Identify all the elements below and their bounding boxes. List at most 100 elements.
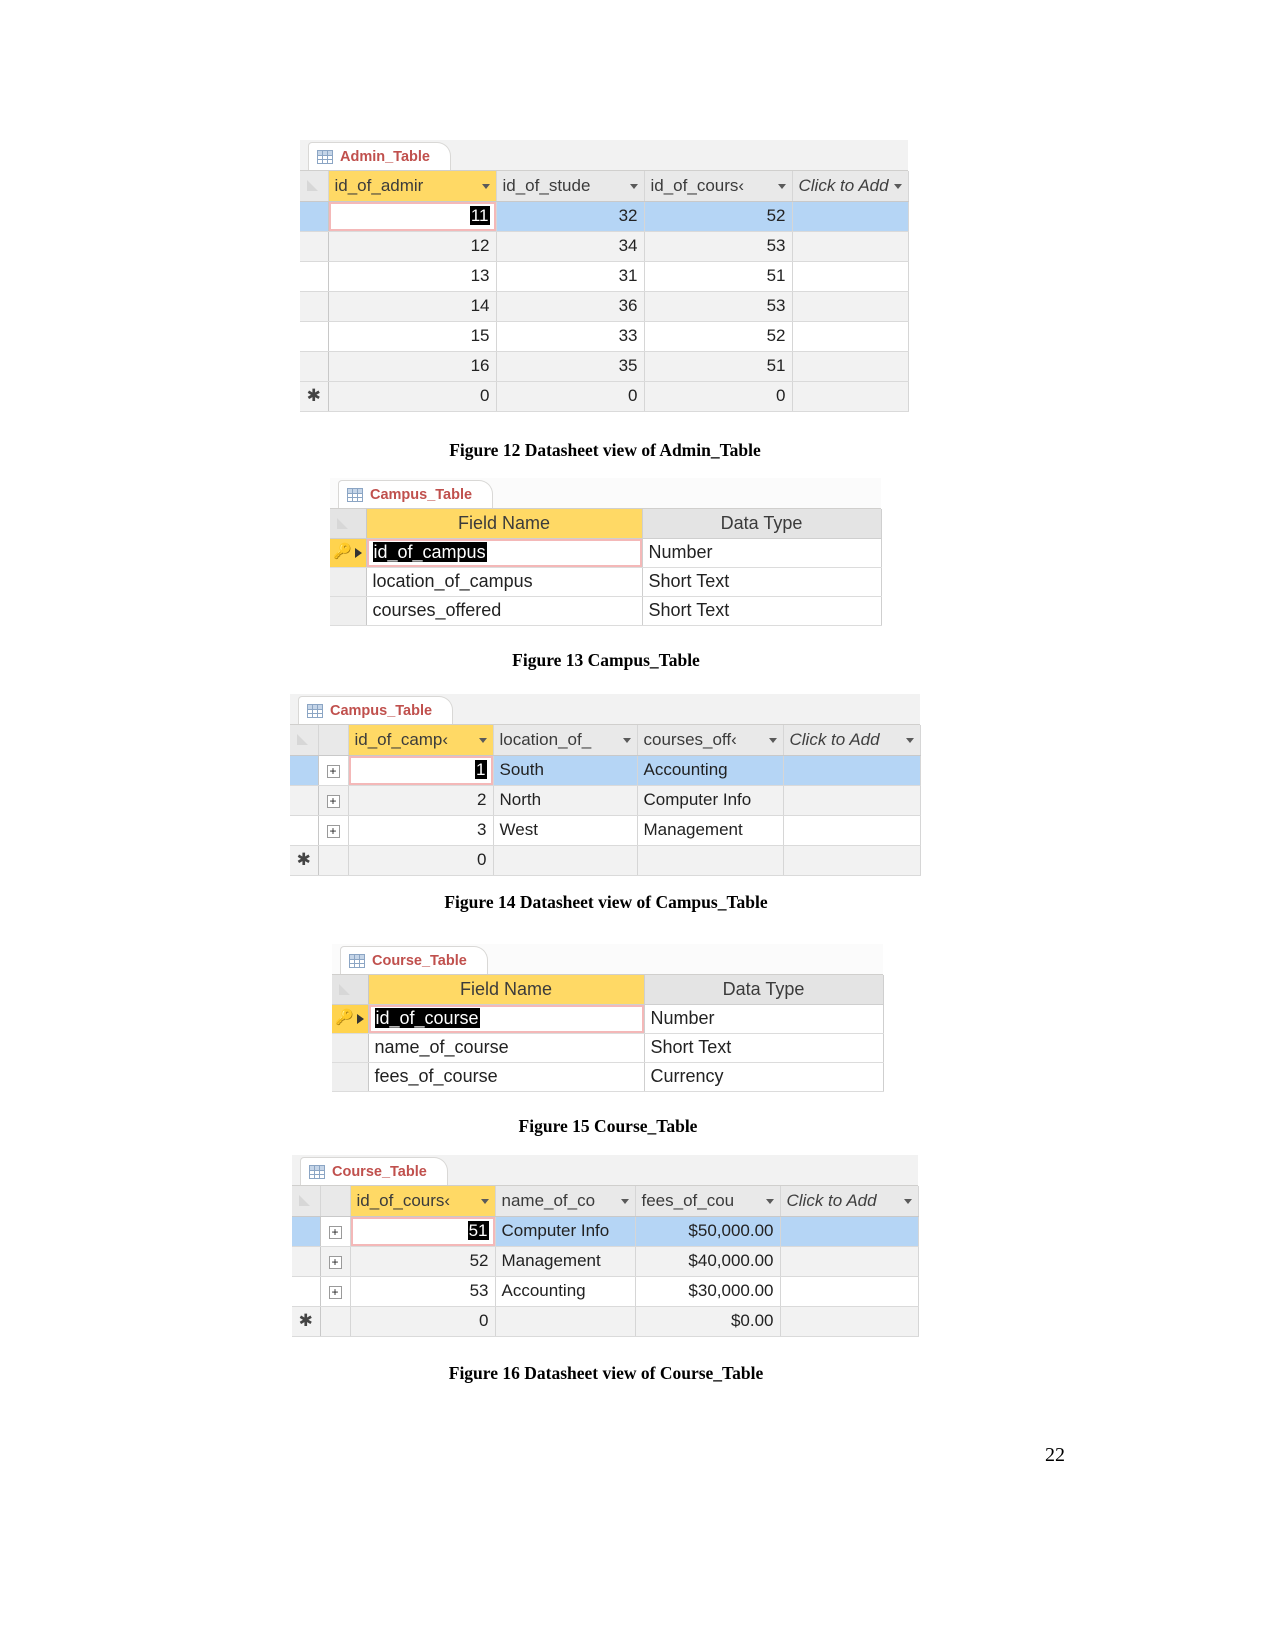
table-row[interactable]: 12 34 53	[300, 231, 909, 262]
cell-name-of-course[interactable]: Accounting	[495, 1276, 636, 1307]
cell-id-of-course[interactable]: 0	[350, 1306, 496, 1337]
cell-add-new-field[interactable]	[780, 1276, 919, 1307]
column-header-id-of-course[interactable]: id_of_cours‹	[644, 171, 793, 202]
design-row[interactable]: 🔑 id_of_campus Number	[330, 538, 882, 568]
design-cell-field-name[interactable]: fees_of_course	[368, 1062, 645, 1092]
plus-icon[interactable]: +	[328, 1256, 342, 1269]
column-header-id-of-course[interactable]: id_of_cours‹	[350, 1186, 496, 1217]
new-record-marker-icon[interactable]: ✱	[300, 381, 329, 412]
cell-id-of-course[interactable]: 52	[644, 201, 793, 232]
table-row[interactable]: + 1 South Accounting	[290, 755, 921, 786]
new-record-row[interactable]: ✱ 0	[290, 845, 921, 876]
cell-add-new-field[interactable]	[792, 201, 909, 232]
cell-id-of-course[interactable]: 51	[644, 261, 793, 292]
row-selector[interactable]	[292, 1246, 321, 1277]
column-header-click-to-add[interactable]: Click to Add	[780, 1186, 919, 1217]
chevron-down-icon[interactable]	[893, 183, 902, 189]
design-cell-field-name[interactable]: id_of_campus	[366, 538, 643, 568]
column-header-location-of-campus[interactable]: location_of_	[493, 725, 638, 756]
table-row[interactable]: 13 31 51	[300, 261, 909, 292]
chevron-down-icon[interactable]	[765, 1198, 774, 1204]
cell-id-of-course[interactable]: 52	[644, 321, 793, 352]
cell-id-of-admin[interactable]: 12	[328, 231, 497, 262]
chevron-down-icon[interactable]	[478, 737, 487, 743]
column-header-id-of-admin[interactable]: id_of_admir	[328, 171, 497, 202]
cell-id-of-course[interactable]: 53	[644, 291, 793, 322]
design-cell-data-type[interactable]: Short Text	[644, 1033, 884, 1063]
cell-id-of-student[interactable]: 32	[496, 201, 645, 232]
chevron-down-icon[interactable]	[620, 1198, 629, 1204]
row-selector[interactable]	[290, 785, 319, 816]
select-all-corner[interactable]	[300, 171, 329, 202]
design-cell-data-type[interactable]: Short Text	[642, 596, 882, 626]
select-all-corner[interactable]	[290, 725, 319, 756]
design-row[interactable]: courses_offered Short Text	[330, 596, 882, 626]
cell-add-new-field[interactable]	[783, 845, 921, 876]
chevron-down-icon[interactable]	[903, 1198, 912, 1204]
new-record-row[interactable]: ✱ 0 $0.00	[292, 1306, 919, 1337]
chevron-down-icon[interactable]	[768, 737, 777, 743]
cell-add-new-field[interactable]	[780, 1216, 919, 1247]
row-selector[interactable]	[300, 321, 329, 352]
cell-id-of-course[interactable]: 0	[644, 381, 793, 412]
chevron-down-icon[interactable]	[480, 1198, 489, 1204]
design-row-gutter[interactable]	[332, 1062, 369, 1092]
cell-add-new-field[interactable]	[792, 381, 909, 412]
expand-row-button[interactable]: +	[320, 1246, 351, 1277]
plus-icon[interactable]: +	[328, 1286, 342, 1299]
column-header-fees-of-course[interactable]: fees_of_cou	[635, 1186, 781, 1217]
cell-fees-of-course[interactable]: $40,000.00	[635, 1246, 781, 1277]
cell-id-of-course[interactable]: 53	[350, 1276, 496, 1307]
cell-name-of-course[interactable]: Management	[495, 1246, 636, 1277]
design-cell-data-type[interactable]: Currency	[644, 1062, 884, 1092]
cell-id-of-course[interactable]: 51	[350, 1216, 496, 1247]
new-record-row[interactable]: ✱ 0 0 0	[300, 381, 909, 412]
chevron-down-icon[interactable]	[481, 183, 490, 189]
expand-row-button[interactable]: +	[318, 785, 349, 816]
design-cell-field-name[interactable]: id_of_course	[368, 1004, 645, 1034]
row-selector[interactable]	[300, 261, 329, 292]
chevron-down-icon[interactable]	[777, 183, 786, 189]
plus-icon[interactable]: +	[326, 825, 340, 838]
document-tab-admin-table[interactable]: Admin_Table	[308, 142, 451, 170]
design-row[interactable]: location_of_campus Short Text	[330, 567, 882, 597]
expand-row-button[interactable]: +	[320, 1216, 351, 1247]
cell-id-of-student[interactable]: 33	[496, 321, 645, 352]
cell-id-of-admin[interactable]: 16	[328, 351, 497, 382]
column-header-click-to-add[interactable]: Click to Add	[783, 725, 921, 756]
cell-id-of-admin[interactable]: 0	[328, 381, 497, 412]
cell-id-of-campus[interactable]: 0	[348, 845, 494, 876]
cell-add-new-field[interactable]	[783, 815, 921, 846]
cell-courses-offered[interactable]	[637, 845, 784, 876]
row-selector[interactable]	[300, 201, 329, 232]
expand-row-button[interactable]: +	[320, 1276, 351, 1307]
cell-id-of-student[interactable]: 35	[496, 351, 645, 382]
cell-id-of-admin[interactable]: 13	[328, 261, 497, 292]
cell-courses-offered[interactable]: Computer Info	[637, 785, 784, 816]
design-row-gutter[interactable]	[330, 596, 367, 626]
select-all-corner[interactable]	[292, 1186, 321, 1217]
cell-courses-offered[interactable]: Accounting	[637, 755, 784, 786]
table-row[interactable]: + 53 Accounting $30,000.00	[292, 1276, 919, 1307]
cell-id-of-campus[interactable]: 1	[348, 755, 494, 786]
cell-id-of-course[interactable]: 51	[644, 351, 793, 382]
row-selector[interactable]	[292, 1276, 321, 1307]
chevron-down-icon[interactable]	[622, 737, 631, 743]
design-cell-data-type[interactable]: Short Text	[642, 567, 882, 597]
cell-add-new-field[interactable]	[783, 755, 921, 786]
plus-icon[interactable]: +	[328, 1226, 342, 1239]
row-selector[interactable]	[290, 815, 319, 846]
design-row-gutter[interactable]	[332, 1033, 369, 1063]
cell-name-of-course[interactable]: Computer Info	[495, 1216, 636, 1247]
design-row[interactable]: 🔑 id_of_course Number	[332, 1004, 884, 1034]
table-row[interactable]: + 2 North Computer Info	[290, 785, 921, 816]
cell-id-of-student[interactable]: 36	[496, 291, 645, 322]
cell-fees-of-course[interactable]: $30,000.00	[635, 1276, 781, 1307]
cell-id-of-admin[interactable]: 15	[328, 321, 497, 352]
table-row[interactable]: + 52 Management $40,000.00	[292, 1246, 919, 1277]
primary-key-gutter[interactable]: 🔑	[330, 538, 367, 568]
cell-id-of-campus[interactable]: 3	[348, 815, 494, 846]
cell-add-new-field[interactable]	[792, 261, 909, 292]
row-selector[interactable]	[290, 755, 319, 786]
column-header-courses-offered[interactable]: courses_off‹	[637, 725, 784, 756]
